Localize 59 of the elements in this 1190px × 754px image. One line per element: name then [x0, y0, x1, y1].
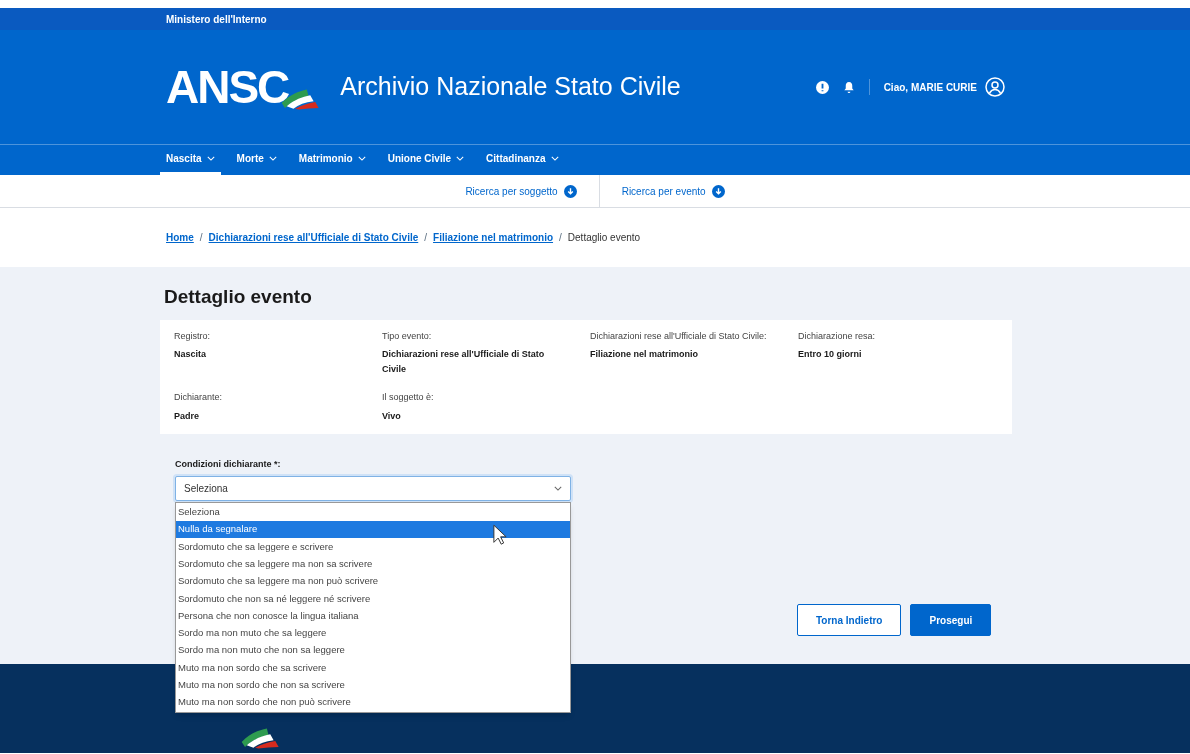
- nav-tab[interactable]: Matrimonio: [292, 145, 372, 175]
- action-button[interactable]: Prosegui: [910, 604, 992, 636]
- dropdown-option[interactable]: Nulla da segnalare: [176, 520, 570, 539]
- chevron-down-icon: [206, 156, 215, 161]
- subnav-link[interactable]: Ricerca per evento: [621, 183, 725, 199]
- dropdown-option[interactable]: Sordo ma non muto che non sa leggere: [176, 641, 570, 660]
- mouse-cursor-icon: [492, 523, 508, 546]
- select-field[interactable]: Seleziona: [175, 476, 571, 501]
- detail-label: Il soggetto è:: [382, 391, 435, 404]
- nav-tab[interactable]: Morte: [230, 145, 283, 175]
- subnav-link[interactable]: Ricerca per soggetto: [465, 183, 577, 199]
- dropdown-option[interactable]: Muto ma non sordo che non può scrivere: [176, 693, 570, 712]
- action-button[interactable]: Torna Indietro: [797, 604, 902, 636]
- detail-value: Vivo: [382, 409, 402, 423]
- logo-text: ANSC: [166, 64, 289, 110]
- alert-icon[interactable]: [815, 80, 829, 94]
- dropdown-option[interactable]: Sordomuto che sa leggere ma non sa scrivere: [176, 555, 570, 573]
- chevron-down-icon: [456, 156, 465, 161]
- detail-value: Filiazione nel matrimonio: [590, 348, 699, 361]
- detail-value: Entro 10 giorni: [798, 348, 863, 361]
- dropdown-option[interactable]: Sordomuto che sa leggere e scrivere: [176, 538, 570, 556]
- bell-icon[interactable]: [842, 80, 855, 94]
- breadcrumb-link[interactable]: Dichiarazioni rese all'Ufficiale di Stato Civile: [208, 230, 419, 245]
- arrow-down-circle-icon: [563, 184, 577, 198]
- breadcrumb-current: Dettaglio evento: [567, 231, 641, 245]
- nav-tab[interactable]: Cittadinanza: [480, 145, 565, 175]
- detail-label: Tipo evento:: [382, 329, 433, 343]
- detail-label: Registro:: [174, 329, 211, 343]
- dropdown-option[interactable]: Sordomuto che non sa né leggere né scrivere: [176, 590, 570, 608]
- page-title: Dettaglio evento: [163, 285, 313, 309]
- breadcrumb-separator: /: [199, 231, 203, 245]
- breadcrumb-link[interactable]: Filiazione nel matrimonio: [433, 230, 554, 245]
- dropdown-option[interactable]: Seleziona: [176, 503, 570, 521]
- detail-label: Dichiarante:: [174, 391, 224, 404]
- user-avatar-icon[interactable]: [985, 77, 1005, 97]
- detail-label: Dichiarazioni rese all'Ufficiale di Stato Civile:: [590, 329, 768, 343]
- nav-tab[interactable]: Nascita: [160, 145, 221, 175]
- detail-value: Dichiarazioni rese all'Ufficiale di Stato Civile: [382, 348, 546, 376]
- chevron-down-icon: [550, 156, 559, 161]
- detail-label: Dichiarazione resa:: [798, 329, 877, 343]
- dropdown-option[interactable]: Persona che non conosce la lingua italiana: [176, 607, 570, 625]
- dropdown-option[interactable]: Sordo ma non muto che sa leggere: [176, 624, 570, 642]
- breadcrumb-separator: /: [424, 231, 428, 245]
- chevron-down-icon: [554, 486, 562, 491]
- detail-value: Nascita: [174, 348, 208, 361]
- chevron-down-icon: [268, 156, 277, 161]
- ministry-label: Ministero dell'Interno: [166, 12, 267, 27]
- field-label: Condizioni dichiarante *:: [175, 457, 282, 471]
- user-greeting[interactable]: Ciao, MARIE CURIE: [883, 79, 977, 95]
- breadcrumb-separator: /: [559, 231, 562, 245]
- dropdown-option[interactable]: Muto ma non sordo che sa scrivere: [176, 659, 570, 677]
- dropdown-option[interactable]: Muto ma non sordo che non sa scrivere: [176, 676, 570, 694]
- arrow-down-circle-icon: [711, 184, 725, 198]
- nav-tab[interactable]: Unione Civile: [381, 145, 471, 175]
- site-title: Archivio Nazionale Stato Civile: [340, 71, 681, 103]
- detail-value: Padre: [174, 409, 200, 423]
- dropdown-option[interactable]: Sordomuto che sa leggere ma non può scrivere: [176, 572, 570, 590]
- chevron-down-icon: [357, 156, 366, 161]
- breadcrumb-link[interactable]: Home: [166, 230, 194, 245]
